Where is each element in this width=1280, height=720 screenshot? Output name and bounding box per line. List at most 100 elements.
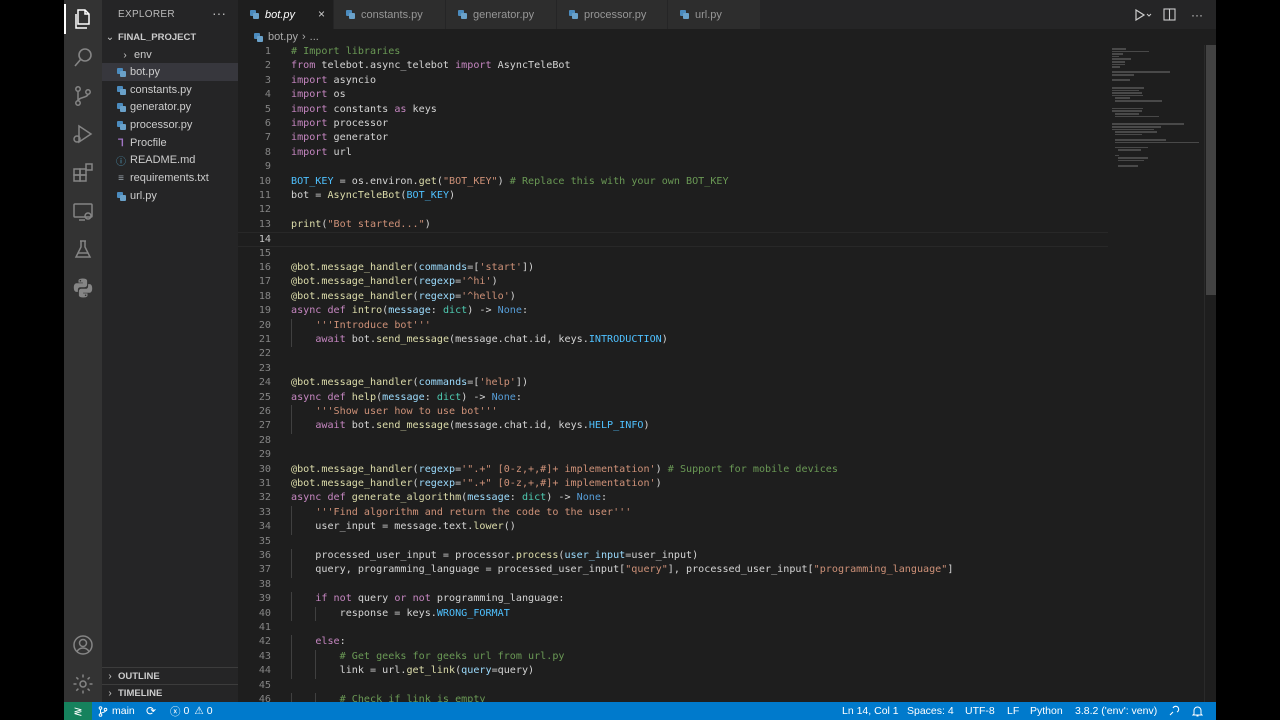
line-number[interactable]: 30: [238, 463, 271, 477]
close-icon[interactable]: ×: [318, 7, 325, 21]
line-number[interactable]: 8: [238, 146, 271, 160]
indentation[interactable]: Spaces: 4: [907, 702, 954, 720]
code-line[interactable]: 3 import asyncio: [238, 74, 1108, 88]
more-actions-icon[interactable]: ···: [212, 5, 226, 21]
code-line[interactable]: 24 @bot.message_handler(commands=['help']…: [238, 376, 1108, 390]
code-line[interactable]: 23: [238, 362, 1108, 376]
line-number[interactable]: 2: [238, 59, 271, 73]
code-line[interactable]: 22: [238, 347, 1108, 361]
line-number[interactable]: 46: [238, 693, 271, 702]
code-text[interactable]: import asyncio: [291, 74, 376, 88]
line-number[interactable]: 23: [238, 362, 271, 376]
python-icon[interactable]: [71, 276, 95, 300]
code-line[interactable]: 11 bot = AsyncTeleBot(BOT_KEY): [238, 189, 1108, 203]
tree-item-procfile[interactable]: Ꞁ Procfile: [102, 134, 238, 152]
language-mode[interactable]: Python: [1030, 702, 1063, 720]
tree-item-generator-py[interactable]: generator.py: [102, 98, 238, 116]
flask-icon[interactable]: [71, 238, 95, 262]
code-text[interactable]: @bot.message_handler(regexp='^hi'): [291, 275, 498, 289]
code-text[interactable]: @bot.message_handler(regexp='".+" [0-z,+…: [291, 477, 662, 491]
code-line[interactable]: 27 await bot.send_message(message.chat.i…: [238, 419, 1108, 433]
code-line[interactable]: 32 async def generate_algorithm(message: …: [238, 491, 1108, 505]
code-line[interactable]: 39 if not query or not programming_langu…: [238, 592, 1108, 606]
branch-indicator[interactable]: main: [98, 702, 135, 720]
code-line[interactable]: 16 @bot.message_handler(commands=['start'…: [238, 261, 1108, 275]
line-number[interactable]: 37: [238, 563, 271, 577]
code-line[interactable]: 5 import constants as keys: [238, 103, 1108, 117]
code-text[interactable]: # Import libraries: [291, 45, 400, 59]
code-line[interactable]: 6 import processor: [238, 117, 1108, 131]
remote-indicator[interactable]: ≷: [64, 702, 92, 720]
code-text[interactable]: import constants as keys: [291, 103, 437, 117]
run-debug-icon[interactable]: [71, 122, 95, 146]
code-line[interactable]: 1 # Import libraries: [238, 45, 1108, 59]
code-text[interactable]: @bot.message_handler(commands=['start']): [291, 261, 534, 275]
run-python-file-button[interactable]: [1130, 6, 1156, 24]
code-line[interactable]: 35: [238, 535, 1108, 549]
cursor-position[interactable]: Ln 14, Col 1: [842, 702, 899, 720]
encoding[interactable]: UTF-8: [965, 702, 995, 720]
outline-section-header[interactable]: › OUTLINE: [102, 667, 238, 685]
split-editor-button[interactable]: [1160, 6, 1178, 24]
code-text[interactable]: @bot.message_handler(regexp='".+" [0-z,+…: [291, 463, 838, 477]
tree-item-readme[interactable]: ⓘ README.md: [102, 151, 238, 169]
line-number[interactable]: 24: [238, 376, 271, 390]
line-number[interactable]: 16: [238, 261, 271, 275]
line-number[interactable]: 5: [238, 103, 271, 117]
code-text[interactable]: response = keys.WRONG_FORMAT: [291, 607, 510, 621]
code-line[interactable]: 20 '''Introduce bot''': [238, 319, 1108, 333]
code-text[interactable]: bot = AsyncTeleBot(BOT_KEY): [291, 189, 455, 203]
code-text[interactable]: from telebot.async_telebot import AsyncT…: [291, 59, 571, 73]
code-line[interactable]: 30 @bot.message_handler(regexp='".+" [0-z…: [238, 463, 1108, 477]
line-number[interactable]: 26: [238, 405, 271, 419]
code-line[interactable]: 9: [238, 160, 1108, 174]
line-number[interactable]: 31: [238, 477, 271, 491]
line-number[interactable]: 10: [238, 175, 271, 189]
code-text[interactable]: user_input = message.text.lower(): [291, 520, 516, 534]
files-icon[interactable]: [71, 7, 95, 31]
code-line[interactable]: 33 '''Find algorithm and return the code…: [238, 506, 1108, 520]
line-number[interactable]: 27: [238, 419, 271, 433]
code-line[interactable]: 46 # Check if link is empty: [238, 693, 1108, 702]
tree-item-processor-py[interactable]: processor.py: [102, 116, 238, 134]
code-line[interactable]: 18 @bot.message_handler(regexp='^hello'): [238, 290, 1108, 304]
code-text[interactable]: '''Introduce bot''': [291, 319, 430, 333]
line-number[interactable]: 14: [238, 233, 271, 247]
code-text[interactable]: await bot.send_message(message.chat.id, …: [291, 419, 649, 433]
code-text[interactable]: @bot.message_handler(commands=['help']): [291, 376, 528, 390]
code-text[interactable]: import processor: [291, 117, 388, 131]
line-number[interactable]: 34: [238, 520, 271, 534]
line-number[interactable]: 12: [238, 203, 271, 217]
code-text[interactable]: async def intro(message: dict) -> None:: [291, 304, 528, 318]
code-line[interactable]: 2 from telebot.async_telebot import Async…: [238, 59, 1108, 73]
extensions-icon[interactable]: [71, 161, 95, 185]
code-text[interactable]: '''Show user how to use bot''': [291, 405, 497, 419]
gear-icon[interactable]: [71, 672, 95, 696]
tree-item-env[interactable]: › env: [102, 46, 238, 64]
code-line[interactable]: 17 @bot.message_handler(regexp='^hi'): [238, 275, 1108, 289]
tree-item-requirements[interactable]: ≡ requirements.txt: [102, 169, 238, 187]
line-number[interactable]: 33: [238, 506, 271, 520]
problems-indicator[interactable]: ⓧ 0 ⚠ 0: [170, 702, 213, 720]
line-number[interactable]: 6: [238, 117, 271, 131]
line-number[interactable]: 29: [238, 448, 271, 462]
code-text[interactable]: if not query or not programming_language…: [291, 592, 564, 606]
line-number[interactable]: 41: [238, 621, 271, 635]
tab-bot-py[interactable]: bot.py ×: [238, 0, 334, 29]
code-line[interactable]: 28: [238, 434, 1108, 448]
code-line[interactable]: 40 response = keys.WRONG_FORMAT: [238, 607, 1108, 621]
line-number[interactable]: 40: [238, 607, 271, 621]
code-line[interactable]: 34 user_input = message.text.lower(): [238, 520, 1108, 534]
code-line[interactable]: 19 async def intro(message: dict) -> None…: [238, 304, 1108, 318]
code-line[interactable]: 43 # Get geeks for geeks url from url.py: [238, 650, 1108, 664]
scrollbar-thumb[interactable]: [1206, 45, 1216, 295]
code-text[interactable]: print("Bot started..."): [291, 218, 431, 232]
line-number[interactable]: 38: [238, 578, 271, 592]
line-number[interactable]: 28: [238, 434, 271, 448]
code-text[interactable]: import generator: [291, 131, 388, 145]
sync-button[interactable]: ⟳: [146, 702, 156, 720]
code-text[interactable]: # Check if link is empty: [291, 693, 486, 702]
code-text[interactable]: # Get geeks for geeks url from url.py: [291, 650, 565, 664]
code-text[interactable]: link = url.get_link(query=query): [291, 664, 535, 678]
line-number[interactable]: 45: [238, 679, 271, 693]
